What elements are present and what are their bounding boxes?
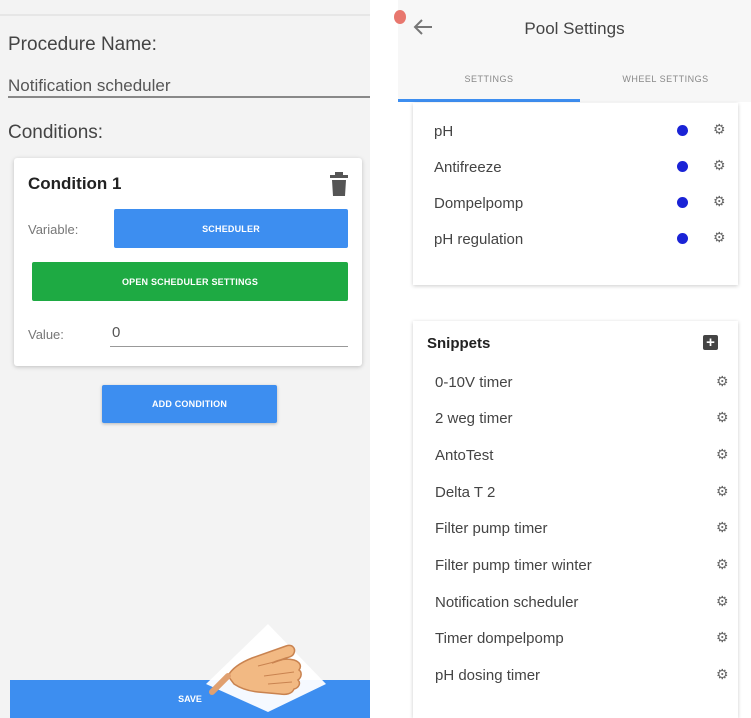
snippet-item[interactable]: Timer dompelpomp ⚙ (413, 621, 738, 657)
conditions-label: Conditions: (8, 122, 104, 143)
snippet-label: Notification scheduler (435, 594, 579, 611)
snippet-label: Delta T 2 (435, 484, 496, 501)
gear-icon[interactable]: ⚙ (716, 373, 729, 390)
gear-icon[interactable]: ⚙ (716, 666, 729, 683)
gear-icon[interactable]: ⚙ (716, 629, 729, 646)
active-tab-indicator (398, 99, 580, 102)
settings-item-label: Dompelpomp (434, 195, 524, 212)
procedure-name-underline (8, 96, 370, 98)
settings-item-dompelpomp[interactable]: Dompelpomp ⚙ (413, 185, 738, 221)
tab-wheel-settings[interactable]: WHEEL SETTINGS (580, 74, 751, 84)
tab-settings[interactable]: SETTINGS (398, 74, 580, 84)
snippet-item[interactable]: Notification scheduler ⚙ (413, 585, 738, 621)
settings-item-ph[interactable]: pH ⚙ (413, 113, 738, 149)
gear-icon[interactable]: ⚙ (713, 121, 726, 138)
snippet-item[interactable]: AntoTest ⚙ (413, 438, 738, 474)
gear-icon[interactable]: ⚙ (716, 483, 729, 500)
gear-icon[interactable]: ⚙ (713, 157, 726, 174)
snippets-title: Snippets (427, 335, 491, 352)
snippet-label: 2 weg timer (435, 410, 513, 427)
snippet-label: 0-10V timer (435, 374, 513, 391)
top-divider (0, 14, 370, 16)
snippet-label: Filter pump timer winter (435, 557, 592, 574)
settings-item-antifreeze[interactable]: Antifreeze ⚙ (413, 149, 738, 185)
pool-settings-panel: Pool Settings SETTINGS WHEEL SETTINGS pH… (394, 0, 751, 718)
status-dot (677, 197, 688, 208)
gear-icon[interactable]: ⚙ (716, 409, 729, 426)
settings-item-label: pH (434, 123, 454, 140)
gear-icon[interactable]: ⚙ (713, 193, 726, 210)
variable-label: Variable: (28, 222, 79, 237)
snippet-item[interactable]: Filter pump timer winter ⚙ (413, 548, 738, 584)
gear-icon[interactable]: ⚙ (713, 229, 726, 246)
scheduler-button[interactable]: SCHEDULER (114, 209, 348, 248)
status-dot (677, 161, 688, 172)
settings-item-ph-regulation[interactable]: pH regulation ⚙ (413, 221, 738, 257)
status-dot (677, 125, 688, 136)
open-scheduler-settings-button[interactable]: OPEN SCHEDULER SETTINGS (32, 262, 348, 301)
status-dot (677, 233, 688, 244)
snippet-item[interactable]: Delta T 2 ⚙ (413, 475, 738, 511)
settings-item-label: Antifreeze (434, 159, 502, 176)
app-header: Pool Settings SETTINGS WHEEL SETTINGS (394, 0, 751, 102)
snippet-label: Filter pump timer (435, 520, 548, 537)
settings-item-label: pH regulation (434, 231, 524, 248)
snippet-label: AntoTest (435, 447, 494, 464)
snippet-item[interactable]: pH dosing timer ⚙ (413, 658, 738, 694)
procedure-name-label: Procedure Name: (8, 34, 157, 55)
gear-icon[interactable]: ⚙ (716, 593, 729, 610)
value-label: Value: (28, 327, 64, 342)
snippet-label: Timer dompelpomp (435, 630, 564, 647)
value-input[interactable]: 0 (112, 324, 120, 341)
pointing-hand-icon (206, 624, 326, 712)
gear-icon[interactable]: ⚙ (716, 519, 729, 536)
snippet-item[interactable]: 2 weg timer ⚙ (413, 401, 738, 437)
add-condition-button[interactable]: ADD CONDITION (102, 385, 277, 423)
settings-list: pH ⚙ Antifreeze ⚙ Dompelpomp ⚙ pH regula… (413, 103, 738, 285)
snippet-item[interactable]: Filter pump timer ⚙ (413, 511, 738, 547)
procedure-editor-panel: Procedure Name: Notification scheduler C… (0, 0, 370, 718)
snippets-list: Snippets + 0-10V timer ⚙ 2 weg timer ⚙ A… (413, 321, 738, 718)
snippet-item[interactable]: 0-10V timer ⚙ (413, 365, 738, 401)
snippet-label: pH dosing timer (435, 667, 541, 684)
gear-icon[interactable]: ⚙ (716, 446, 729, 463)
trash-icon[interactable] (330, 172, 348, 196)
value-underline (110, 346, 348, 347)
procedure-name-input[interactable]: Notification scheduler (8, 76, 171, 96)
page-title: Pool Settings (524, 19, 625, 38)
condition-card: Condition 1 Variable: SCHEDULER OPEN SCH… (14, 158, 362, 366)
condition-title: Condition 1 (28, 174, 122, 193)
gear-icon[interactable]: ⚙ (716, 556, 729, 573)
plus-icon[interactable]: + (703, 335, 718, 350)
